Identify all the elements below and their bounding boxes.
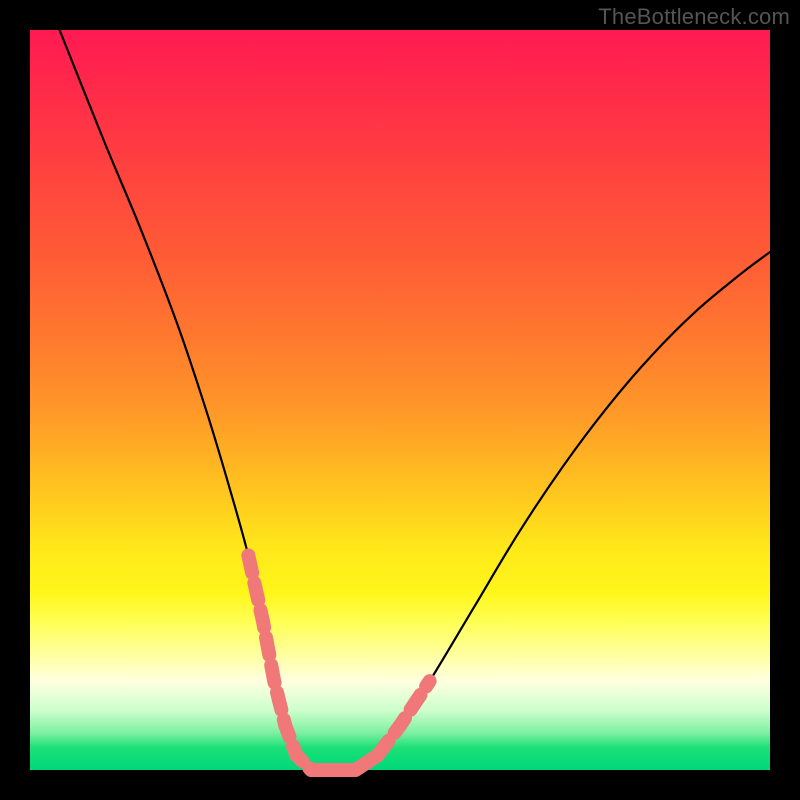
chart-overlay — [0, 0, 800, 800]
highlight-right-segment — [378, 681, 430, 755]
bottleneck-curve — [60, 30, 770, 771]
chart-frame: TheBottleneck.com — [0, 0, 800, 800]
highlight-valley-floor — [311, 755, 378, 770]
highlight-left-segment — [248, 555, 311, 770]
